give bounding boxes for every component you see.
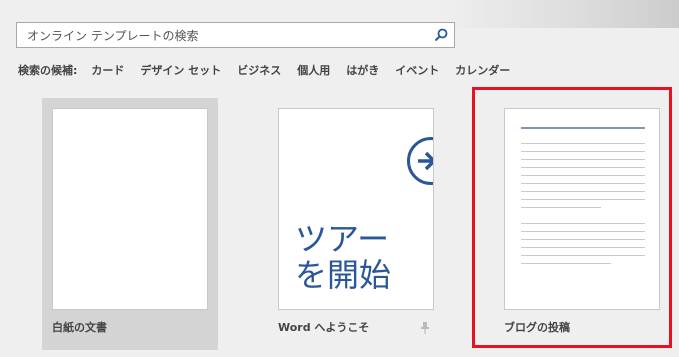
text-line (521, 167, 645, 168)
tour-line-2: を開始 (295, 256, 392, 294)
suggestion-design-set[interactable]: デザイン セット (140, 62, 221, 78)
suggestion-card[interactable]: カード (91, 62, 124, 78)
search-input[interactable] (25, 26, 434, 46)
text-line (521, 231, 645, 232)
text-line (521, 247, 645, 248)
text-line (521, 223, 645, 224)
text-line (521, 175, 645, 176)
template-blog-post[interactable]: ブログの投稿 (494, 98, 670, 350)
text-line (521, 143, 645, 144)
pin-icon[interactable] (420, 319, 430, 334)
text-line (521, 239, 645, 240)
search-suggestions: 検索の候補: カード デザイン セット ビジネス 個人用 はがき イベント カレ… (18, 62, 526, 78)
template-thumbnail (52, 108, 208, 310)
template-thumbnail: ツアー を開始 (278, 108, 434, 310)
template-thumbnail (504, 108, 660, 310)
text-line (521, 159, 645, 160)
template-welcome-tour[interactable]: ツアー を開始 Word へようこそ (268, 98, 444, 350)
suggestion-calendar[interactable]: カレンダー (455, 62, 510, 78)
suggestion-postcard[interactable]: はがき (346, 62, 379, 78)
text-line (521, 191, 645, 192)
suggestions-label: 検索の候補: (18, 64, 78, 77)
text-line (521, 183, 645, 184)
text-line (521, 151, 645, 152)
suggestion-personal[interactable]: 個人用 (297, 62, 330, 78)
tour-thumbnail-text: ツアー を開始 (295, 221, 391, 293)
template-blank-document[interactable]: 白紙の文書 (42, 98, 218, 350)
tour-line-1: ツアー (295, 220, 390, 258)
search-icon[interactable] (432, 26, 450, 44)
text-line (521, 199, 645, 200)
arrow-right-icon (407, 137, 433, 185)
suggestion-event[interactable]: イベント (395, 62, 439, 78)
text-line (521, 207, 601, 208)
template-caption: Word へようこそ (278, 321, 370, 334)
blog-title-line (521, 127, 645, 129)
template-caption: ブログの投稿 (504, 321, 570, 334)
text-line (521, 255, 645, 256)
text-line (521, 263, 611, 264)
template-caption: 白紙の文書 (52, 321, 107, 334)
background-decoration (439, 0, 679, 28)
search-box[interactable] (16, 22, 455, 48)
suggestion-business[interactable]: ビジネス (237, 62, 281, 78)
